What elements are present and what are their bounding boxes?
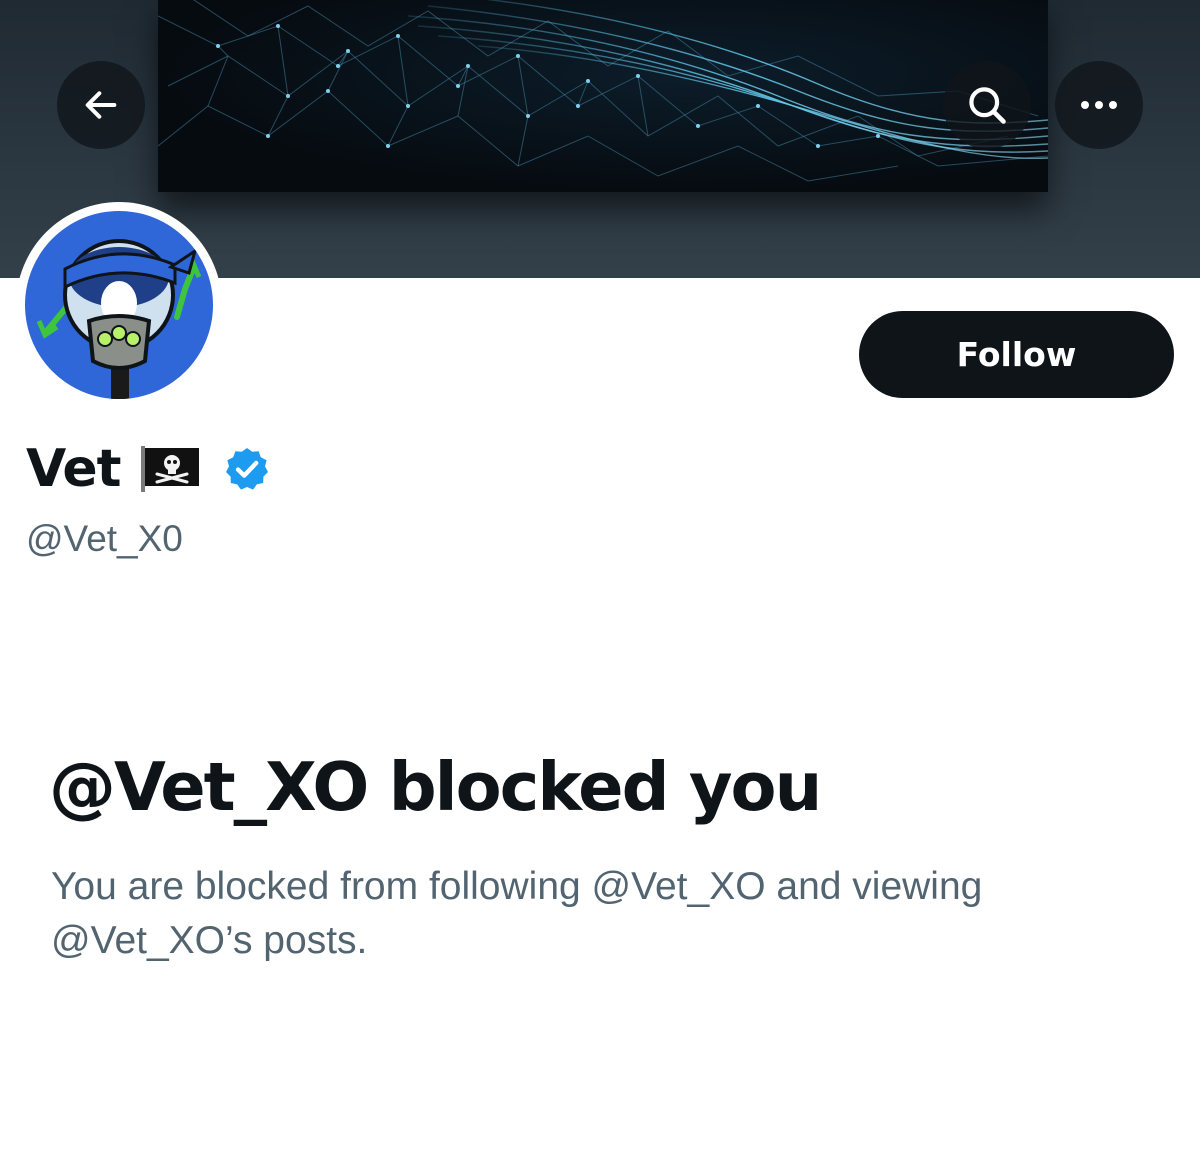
pirate-flag-icon <box>139 446 201 492</box>
avatar-illustration <box>36 239 202 399</box>
blocked-description: You are blocked from following @Vet_XO a… <box>51 865 983 962</box>
display-name: Vet <box>26 439 122 499</box>
verified-badge-icon <box>223 445 271 493</box>
profile-name-row: Vet <box>26 436 271 502</box>
search-button[interactable] <box>943 61 1031 149</box>
search-icon <box>969 87 1006 124</box>
blocked-title: @Vet_XO blocked you <box>49 748 822 826</box>
arrow-left-icon <box>85 91 117 119</box>
avatar[interactable] <box>25 211 213 399</box>
network-graphic <box>158 0 1048 182</box>
profile-handle: @Vet_X0 <box>26 518 183 559</box>
follow-button[interactable]: Follow <box>859 311 1174 398</box>
avatar-frame <box>16 202 222 408</box>
more-horizontal-icon <box>1081 101 1117 109</box>
banner-image <box>158 0 1048 192</box>
back-button[interactable] <box>57 61 145 149</box>
more-button[interactable] <box>1055 61 1143 149</box>
